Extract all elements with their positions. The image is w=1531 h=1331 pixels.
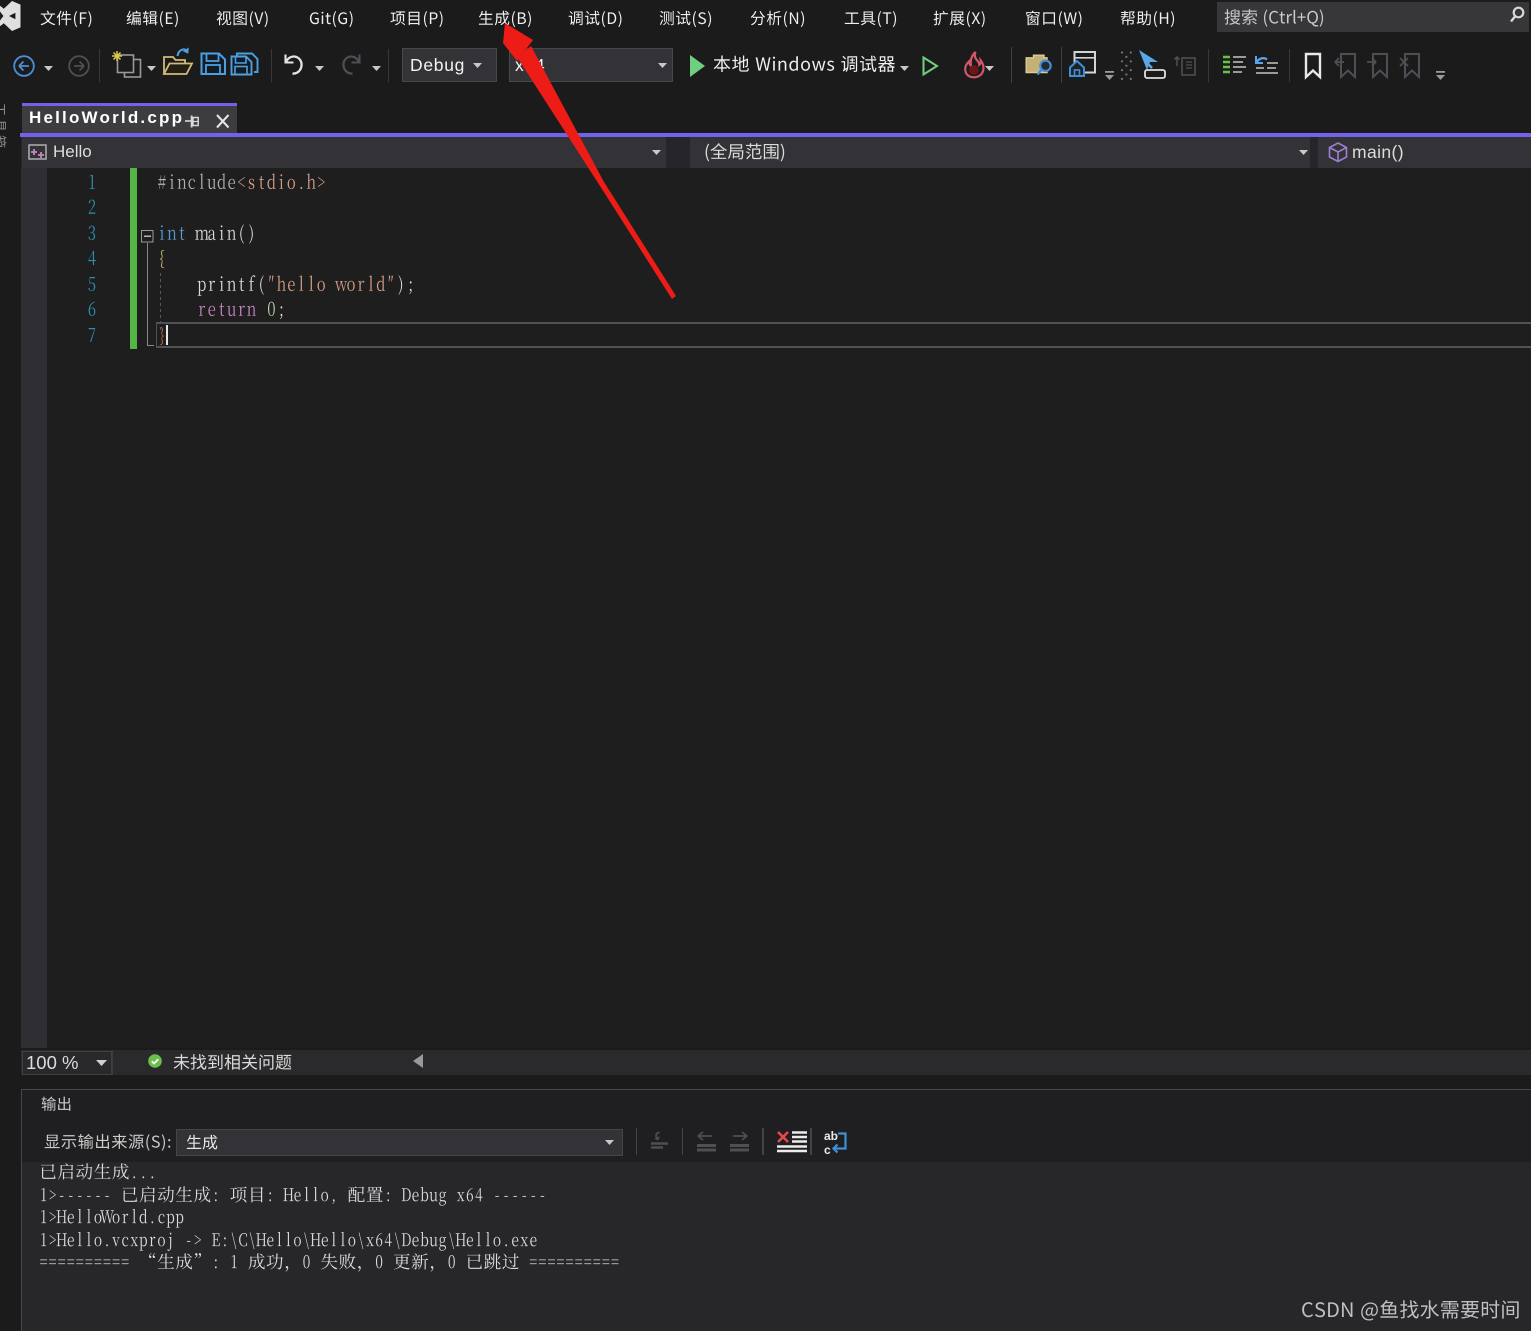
svg-text:ab: ab xyxy=(824,1129,838,1143)
svg-text:c: c xyxy=(824,1143,831,1157)
